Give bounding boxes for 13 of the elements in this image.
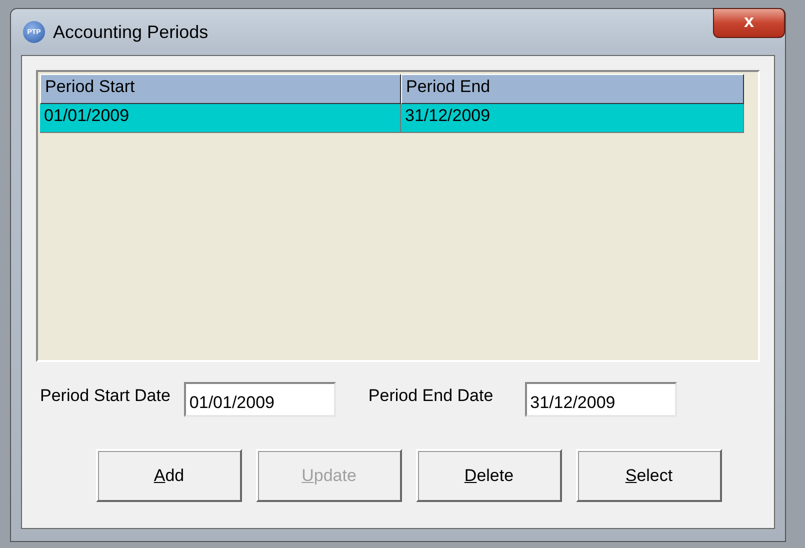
button[interactable]: Select [576, 449, 722, 502]
table-cell[interactable]: 01/01/2009 [40, 104, 401, 133]
button[interactable]: Add [96, 449, 242, 502]
column-header[interactable]: Period End [401, 74, 744, 104]
window-title: Accounting Periods [53, 22, 208, 42]
table-cell[interactable]: 31/12/2009 [401, 104, 744, 133]
button[interactable]: Delete [416, 449, 562, 502]
close-button[interactable]: x [713, 8, 785, 38]
input-field[interactable]: 01/01/2009 [184, 382, 336, 417]
column-header[interactable]: Period Start [40, 74, 401, 104]
field-label: Period Start Date [40, 386, 170, 406]
field-label: Period End Date [368, 386, 494, 406]
input-field[interactable]: 31/12/2009 [525, 382, 678, 417]
